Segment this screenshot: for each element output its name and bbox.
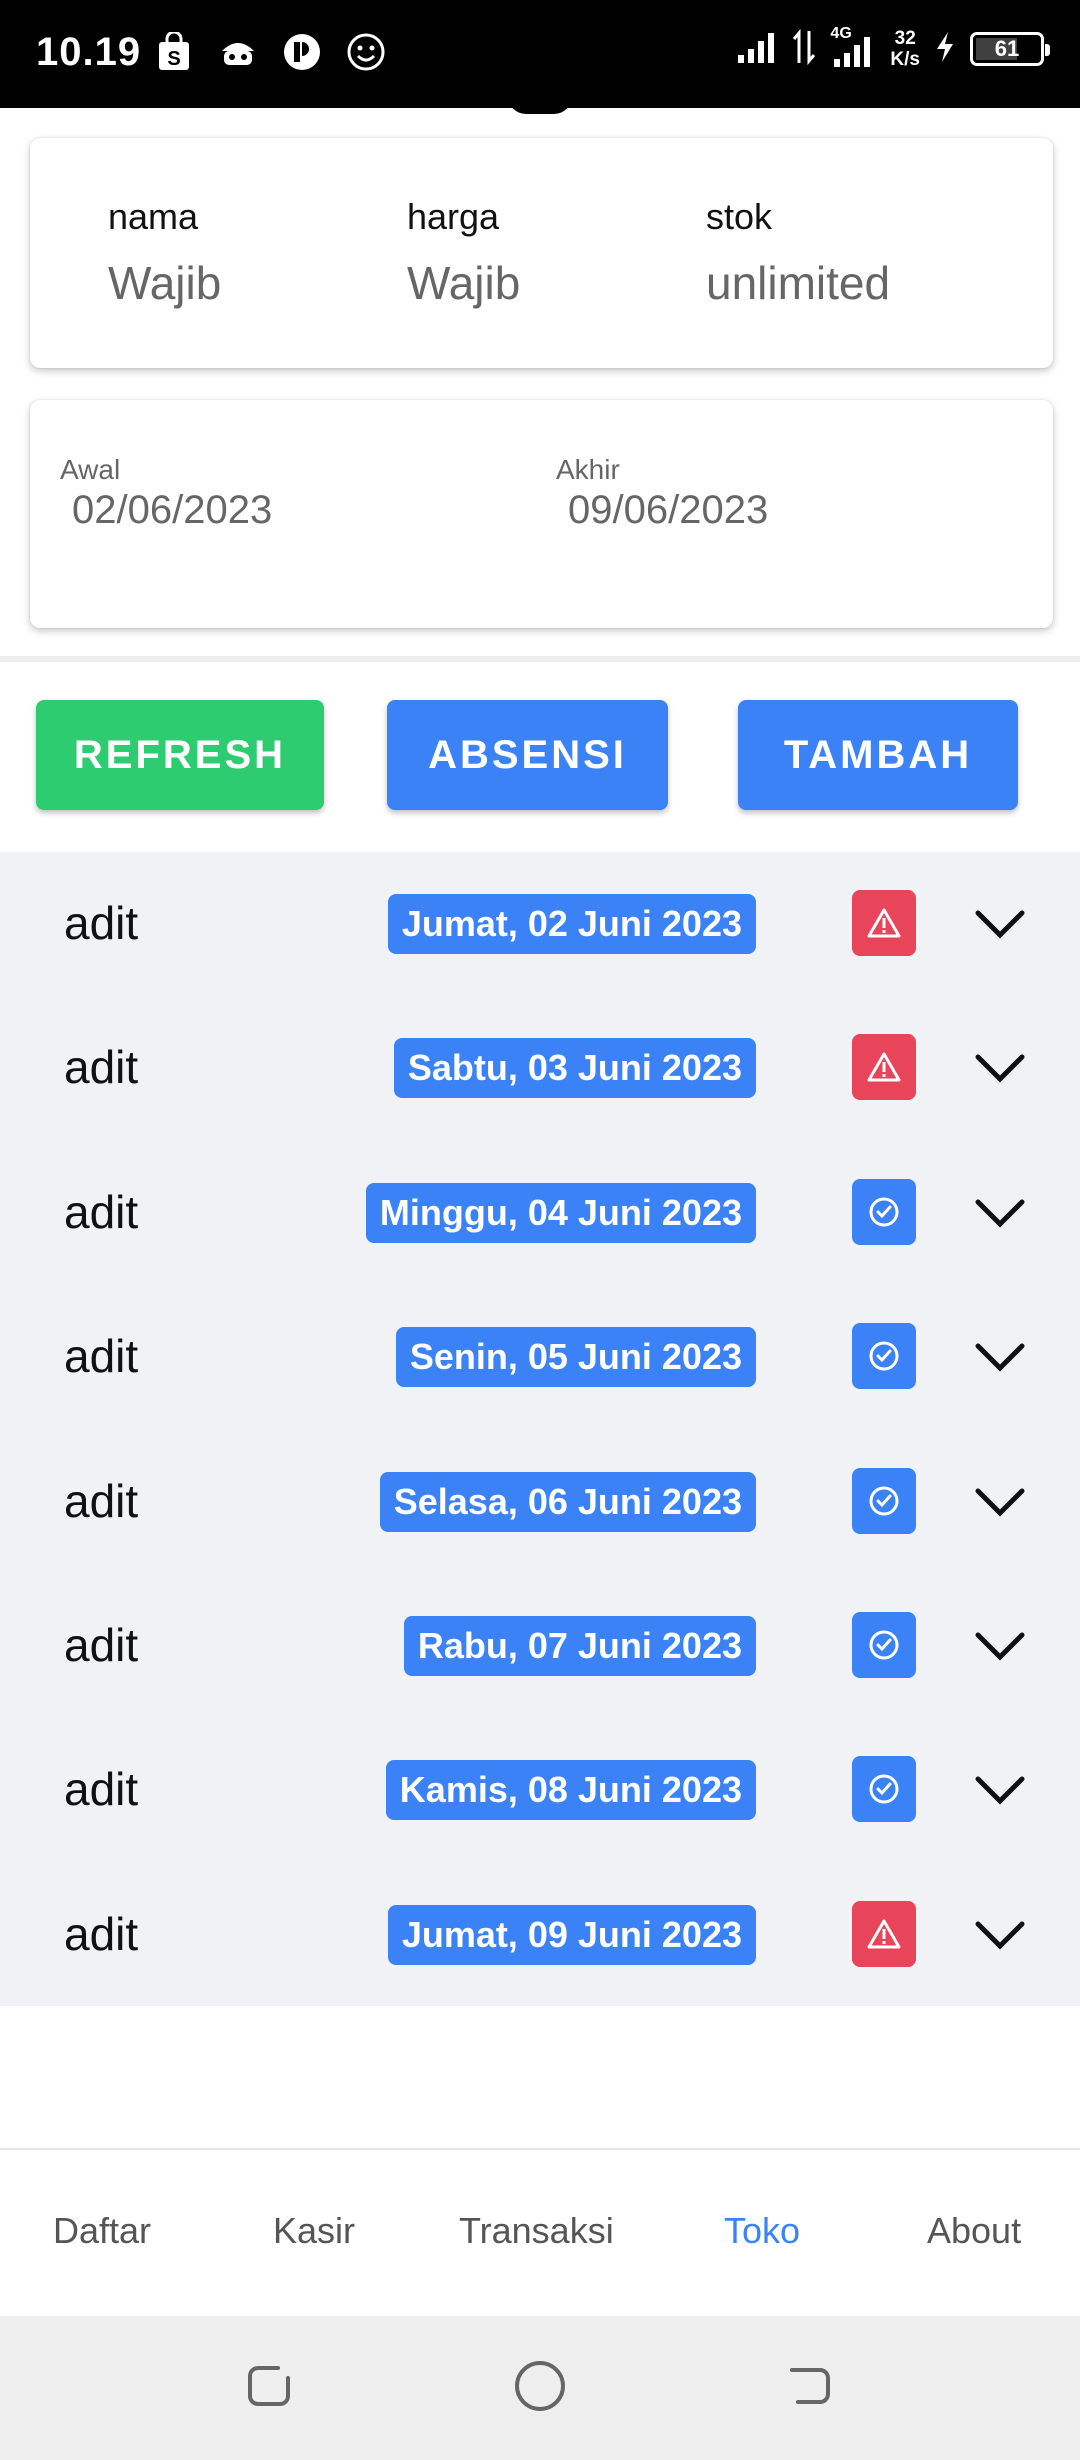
field-nama[interactable]: nama Wajib — [108, 196, 221, 310]
warning-icon — [852, 1034, 916, 1101]
home-circle-icon — [515, 2361, 565, 2411]
product-info-card: nama Wajib harga Wajib stok unlimited — [30, 138, 1053, 368]
employee-name: adit — [64, 1474, 139, 1527]
end-date-field[interactable]: Akhir 09/06/2023 — [556, 454, 768, 533]
check-circle-icon — [852, 1756, 916, 1823]
attendance-row[interactable]: adit Rabu, 07 Juni 2023 — [0, 1574, 1080, 1718]
attendance-row[interactable]: adit Jumat, 02 Juni 2023 — [0, 852, 1080, 996]
field-value: Wajib — [108, 257, 222, 309]
field-stok[interactable]: stok unlimited — [706, 196, 890, 310]
employee-name: adit — [64, 1330, 139, 1383]
chevron-down-icon[interactable] — [972, 1189, 1028, 1237]
absensi-button[interactable]: ABSENSI — [387, 700, 668, 810]
attendance-date-badge: Selasa, 06 Juni 2023 — [379, 1471, 756, 1532]
nav-kasir[interactable]: Kasir — [273, 2210, 355, 2252]
shopping-bag-icon: S — [154, 30, 194, 74]
signal-icon — [736, 29, 778, 70]
employee-name: adit — [64, 1763, 139, 1816]
chevron-down-icon[interactable] — [972, 1622, 1028, 1670]
check-circle-icon — [852, 1323, 916, 1390]
check-circle-icon — [852, 1178, 916, 1245]
attendance-row[interactable]: adit Minggu, 04 Juni 2023 — [0, 1141, 1080, 1285]
svg-text:S: S — [167, 48, 180, 70]
check-circle-icon — [852, 1467, 916, 1534]
start-date-field[interactable]: Awal 02/06/2023 — [60, 454, 272, 533]
data-transfer-icon — [792, 28, 816, 70]
back-icon — [790, 2368, 830, 2404]
employee-name: adit — [64, 1185, 139, 1238]
notification-icons: S — [154, 30, 386, 74]
speed-unit: K/s — [890, 49, 920, 70]
chevron-down-icon[interactable] — [972, 1911, 1028, 1959]
warning-icon — [852, 890, 916, 956]
status-time: 10.19 — [36, 30, 142, 74]
home-button[interactable] — [510, 2356, 570, 2416]
nav-about[interactable]: About — [927, 2210, 1021, 2252]
chevron-down-icon[interactable] — [972, 1333, 1028, 1381]
attendance-row[interactable]: adit Kamis, 08 Juni 2023 — [0, 1718, 1080, 1862]
app-logo-icon — [282, 30, 322, 74]
end-date-value: 09/06/2023 — [568, 488, 769, 532]
attendance-list: adit Jumat, 02 Juni 2023 adit Sabtu, 03 Jun… — [0, 852, 1080, 2006]
attendance-row[interactable]: adit Senin, 05 Juni 2023 — [0, 1285, 1080, 1429]
attendance-row[interactable]: adit Jumat, 09 Juni 2023 — [0, 1863, 1080, 2007]
attendance-date-badge: Rabu, 07 Juni 2023 — [403, 1616, 756, 1676]
start-date-label: Awal — [60, 454, 121, 485]
field-label: harga — [407, 196, 500, 237]
recent-apps-button[interactable] — [240, 2356, 300, 2416]
attendance-date-badge: Minggu, 04 Juni 2023 — [365, 1182, 756, 1243]
employee-name: adit — [64, 1907, 139, 1960]
start-date-value: 02/06/2023 — [72, 488, 273, 532]
chevron-down-icon[interactable] — [972, 1044, 1028, 1092]
field-value: Wajib — [407, 257, 521, 309]
attendance-date-badge: Jumat, 09 Juni 2023 — [387, 1904, 756, 1965]
chevron-down-icon[interactable] — [972, 1478, 1028, 1526]
nav-daftar[interactable]: Daftar — [53, 2210, 151, 2252]
nav-transaksi[interactable]: Transaksi — [459, 2210, 614, 2252]
field-harga[interactable]: harga Wajib — [407, 196, 520, 310]
chevron-down-icon[interactable] — [972, 900, 1028, 948]
attendance-date-badge: Sabtu, 03 Juni 2023 — [393, 1038, 756, 1099]
attendance-date-badge: Senin, 05 Juni 2023 — [395, 1327, 756, 1388]
battery-level: 61 — [994, 36, 1020, 61]
chevron-down-icon[interactable] — [972, 1766, 1028, 1814]
refresh-button[interactable]: REFRESH — [36, 700, 324, 810]
end-date-label: Akhir — [556, 454, 620, 485]
attendance-date-badge: Kamis, 08 Juni 2023 — [385, 1760, 756, 1821]
date-range-card: Awal 02/06/2023 Akhir 09/06/2023 — [30, 400, 1053, 628]
employee-name: adit — [64, 1619, 139, 1671]
back-button[interactable] — [780, 2356, 840, 2416]
smiley-icon — [346, 30, 386, 74]
attendance-row[interactable]: adit Sabtu, 03 Juni 2023 — [0, 996, 1080, 1140]
system-navigation-bar — [0, 2316, 1080, 2460]
attendance-date-badge: Jumat, 02 Juni 2023 — [387, 894, 756, 954]
field-label: nama — [108, 196, 199, 237]
recent-apps-icon — [248, 2366, 290, 2406]
field-value: unlimited — [706, 257, 891, 309]
check-circle-icon — [852, 1612, 916, 1678]
camera-notch — [508, 96, 572, 114]
speed-value: 32 — [894, 28, 916, 49]
system-status-icons: 4G 32 K/s 61 — [736, 25, 1050, 70]
section-divider — [0, 656, 1080, 662]
warning-icon — [852, 1900, 916, 1967]
charging-icon — [934, 30, 956, 69]
attendance-row[interactable]: adit Selasa, 06 Juni 2023 — [0, 1430, 1080, 1574]
employee-name: adit — [64, 1041, 139, 1094]
store-mascot-icon — [218, 30, 258, 74]
tambah-button[interactable]: TAMBAH — [738, 700, 1018, 810]
bottom-navigation: Daftar Kasir Transaksi Toko About — [0, 2148, 1080, 2318]
network-speed: 32 K/s — [890, 28, 920, 70]
battery-icon: 61 — [970, 32, 1050, 66]
employee-name: adit — [64, 897, 139, 949]
field-label: stok — [706, 196, 773, 237]
signal-4g-icon: 4G — [830, 25, 876, 69]
status-bar: 10.19 S 4G 32 K/s 61 — [0, 0, 1080, 108]
nav-toko[interactable]: Toko — [724, 2210, 800, 2252]
